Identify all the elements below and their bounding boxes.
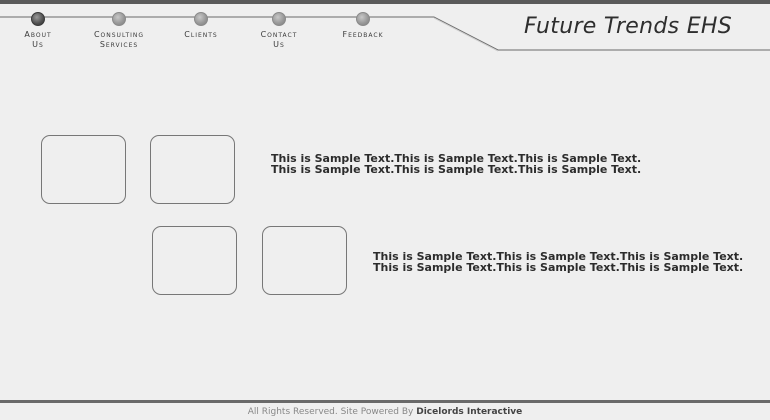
nav-item-contact-us[interactable]: Contact Us bbox=[250, 12, 308, 50]
nav-bullet-icon bbox=[272, 12, 286, 26]
footer: All Rights Reserved. Site Powered By Dic… bbox=[0, 407, 770, 417]
nav-bullet-icon bbox=[31, 12, 45, 26]
image-placeholder-box bbox=[262, 226, 347, 295]
nav-item-consulting-services[interactable]: Consulting Services bbox=[80, 12, 158, 50]
sample-text-block: This is Sample Text.This is Sample Text.… bbox=[271, 153, 641, 175]
sample-text-block: This is Sample Text.This is Sample Text.… bbox=[373, 251, 743, 273]
nav-item-feedback[interactable]: Feedback bbox=[330, 12, 396, 40]
nav-item-about-us[interactable]: About Us bbox=[14, 12, 62, 50]
nav-item-clients[interactable]: Clients bbox=[172, 12, 230, 40]
sample-text-line: This is Sample Text.This is Sample Text.… bbox=[373, 261, 744, 274]
image-placeholder-box bbox=[41, 135, 126, 204]
sample-text-line: This is Sample Text.This is Sample Text.… bbox=[271, 163, 642, 176]
nav-item-label: About Us bbox=[24, 30, 52, 49]
nav-item-label: Clients bbox=[184, 30, 218, 39]
site-brand-title: Future Trends EHS bbox=[523, 14, 732, 39]
nav-bullet-icon bbox=[112, 12, 126, 26]
nav-item-label: Contact Us bbox=[260, 30, 298, 49]
nav-item-label: Consulting Services bbox=[93, 30, 145, 49]
nav-bullet-icon bbox=[194, 12, 208, 26]
footer-copyright-text: All Rights Reserved. Site Powered By bbox=[247, 407, 417, 417]
nav-bullet-icon bbox=[356, 12, 370, 26]
nav-item-label: Feedback bbox=[342, 30, 384, 39]
footer-company-link[interactable]: Dicelords Interactive bbox=[416, 407, 522, 417]
footer-divider bbox=[0, 400, 770, 403]
image-placeholder-box bbox=[150, 135, 235, 204]
image-placeholder-box bbox=[152, 226, 237, 295]
